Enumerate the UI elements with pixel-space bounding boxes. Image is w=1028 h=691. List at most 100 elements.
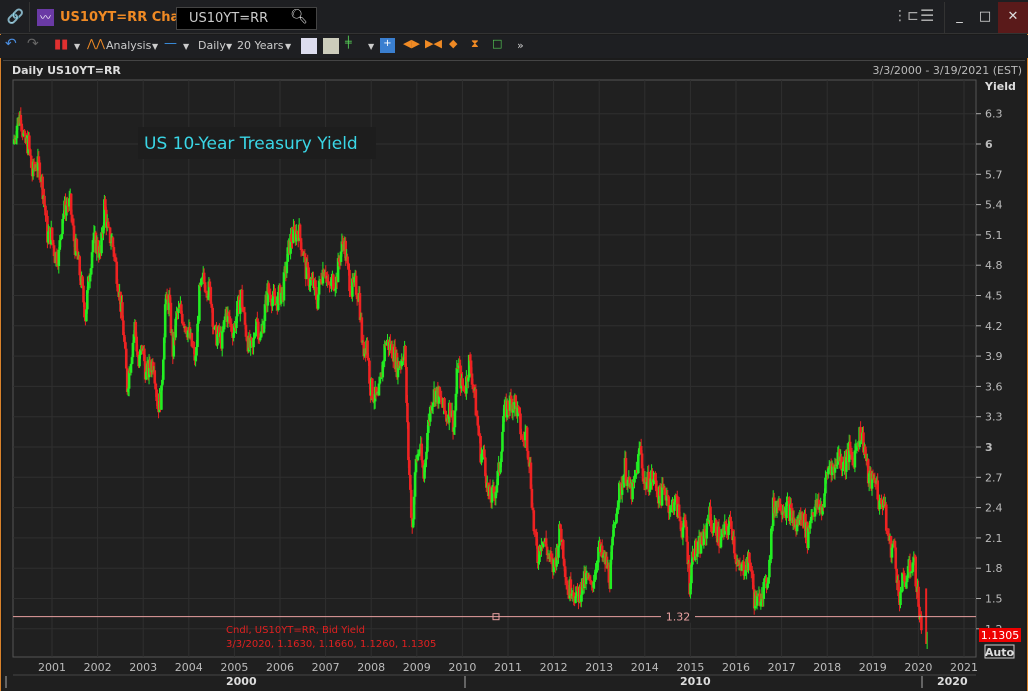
candle-body (514, 395, 518, 403)
y-tick-label: 3.6 (985, 380, 1003, 393)
candle-body (853, 450, 857, 468)
candle-body (624, 458, 628, 484)
candle-body (408, 460, 411, 475)
candle-body (637, 454, 640, 474)
candle-body (57, 249, 61, 267)
candle-body (371, 378, 374, 399)
x-tick-label: 2021 (950, 661, 978, 674)
candle-body (153, 370, 157, 384)
candle-body (378, 378, 382, 384)
x-tick-label: 2010 (448, 661, 476, 674)
x-tick-label: 2018 (813, 661, 841, 674)
candle-body (501, 431, 504, 452)
candle-body (690, 564, 693, 584)
candle-body (43, 195, 46, 206)
candle-body (917, 586, 920, 607)
x-tick-label: 2015 (676, 661, 704, 674)
candle-body (162, 359, 165, 380)
candle-body (755, 595, 759, 606)
candle-body (209, 287, 213, 304)
x-tick-label: 2002 (84, 661, 112, 674)
decade-label: 2010 (680, 675, 711, 688)
y-tick-label: 2.4 (985, 502, 1003, 515)
candle-body (200, 278, 203, 286)
y-tick-label: 5.1 (985, 229, 1003, 242)
x-tick-label: 2006 (266, 661, 294, 674)
y-tick-label: 5.4 (985, 199, 1003, 212)
candle-body (257, 321, 260, 340)
x-tick-label: 2012 (540, 661, 568, 674)
y-tick-label: 4.8 (985, 259, 1003, 272)
auto-scale-label[interactable]: Auto (985, 646, 1015, 659)
x-tick-label: 2017 (768, 661, 796, 674)
candle-body (263, 304, 267, 322)
candle-body (612, 524, 615, 537)
x-tick-label: 2003 (129, 661, 157, 674)
candle-body (298, 224, 302, 239)
candle-body (240, 289, 244, 308)
x-tick-label: 2009 (403, 661, 431, 674)
candle-body (884, 504, 888, 531)
candle-body (500, 451, 503, 462)
y-tick-label: 4.5 (985, 290, 1003, 303)
candle-body (124, 348, 128, 369)
x-tick-label: 2005 (220, 661, 248, 674)
candle-body (50, 227, 54, 241)
y-tick-label: 3.9 (985, 350, 1003, 363)
candle-body (181, 313, 184, 324)
x-tick-label: 2004 (175, 661, 203, 674)
candle-body (850, 451, 854, 459)
candle-body (526, 450, 530, 460)
y-tick-label: 6 (985, 138, 993, 151)
candle-body (561, 540, 565, 559)
y-tick-label: 4.2 (985, 320, 1003, 333)
candle-body (899, 591, 902, 605)
candle-body (443, 398, 446, 411)
y-tick-label: 1.5 (985, 593, 1003, 606)
candle-body (285, 261, 289, 274)
y-tick-label: 6.3 (985, 108, 1003, 121)
y-tick-label: 2.1 (985, 532, 1003, 545)
decade-label: 2020 (937, 675, 968, 688)
x-tick-label: 2001 (38, 661, 66, 674)
candle-body (894, 547, 898, 569)
y-tick-label: 3 (985, 441, 993, 454)
decade-label: 2000 (226, 675, 257, 688)
candle-body (377, 383, 381, 396)
y-tick-label: 3.3 (985, 411, 1003, 424)
y-tick-label: 1.8 (985, 562, 1003, 575)
legend-line-2: 3/3/2020, 1.1630, 1.1660, 1.1260, 1.1305 (226, 639, 436, 650)
candle-body (220, 331, 224, 349)
plot-area (12, 79, 977, 658)
candle-body (28, 135, 31, 150)
x-tick-label: 2019 (859, 661, 887, 674)
candle-body (532, 510, 536, 532)
x-tick-label: 2014 (631, 661, 659, 674)
x-tick-label: 2016 (722, 661, 750, 674)
candle-body (920, 615, 923, 631)
y-tick-label: 2.7 (985, 471, 1003, 484)
candle-body (890, 547, 894, 558)
candle-body (169, 302, 173, 334)
candle-body (876, 480, 880, 500)
chart-title-annotation: US 10-Year Treasury Yield (144, 134, 358, 154)
candle-body (406, 402, 409, 423)
x-tick-label: 2011 (494, 661, 522, 674)
candle-body (360, 317, 364, 343)
candle-body (732, 536, 736, 554)
x-tick-label: 2007 (312, 661, 340, 674)
candle-body (413, 472, 417, 497)
yield-chart[interactable]: 1.32 US 10-Year Treasury Yield Cndl, US1… (0, 0, 1028, 691)
last-price-value: 1.1305 (981, 629, 1020, 642)
candle-body (82, 285, 85, 303)
candle-body (129, 364, 133, 373)
candle-body (407, 422, 410, 461)
x-tick-label: 2013 (585, 661, 613, 674)
hline-label: 1.32 (666, 611, 691, 624)
candle-body (483, 449, 486, 458)
candle-body (730, 521, 733, 529)
candle-body (453, 410, 457, 428)
y-tick-label: 5.7 (985, 168, 1003, 181)
candle-body (29, 149, 32, 156)
candle-body (195, 347, 198, 356)
